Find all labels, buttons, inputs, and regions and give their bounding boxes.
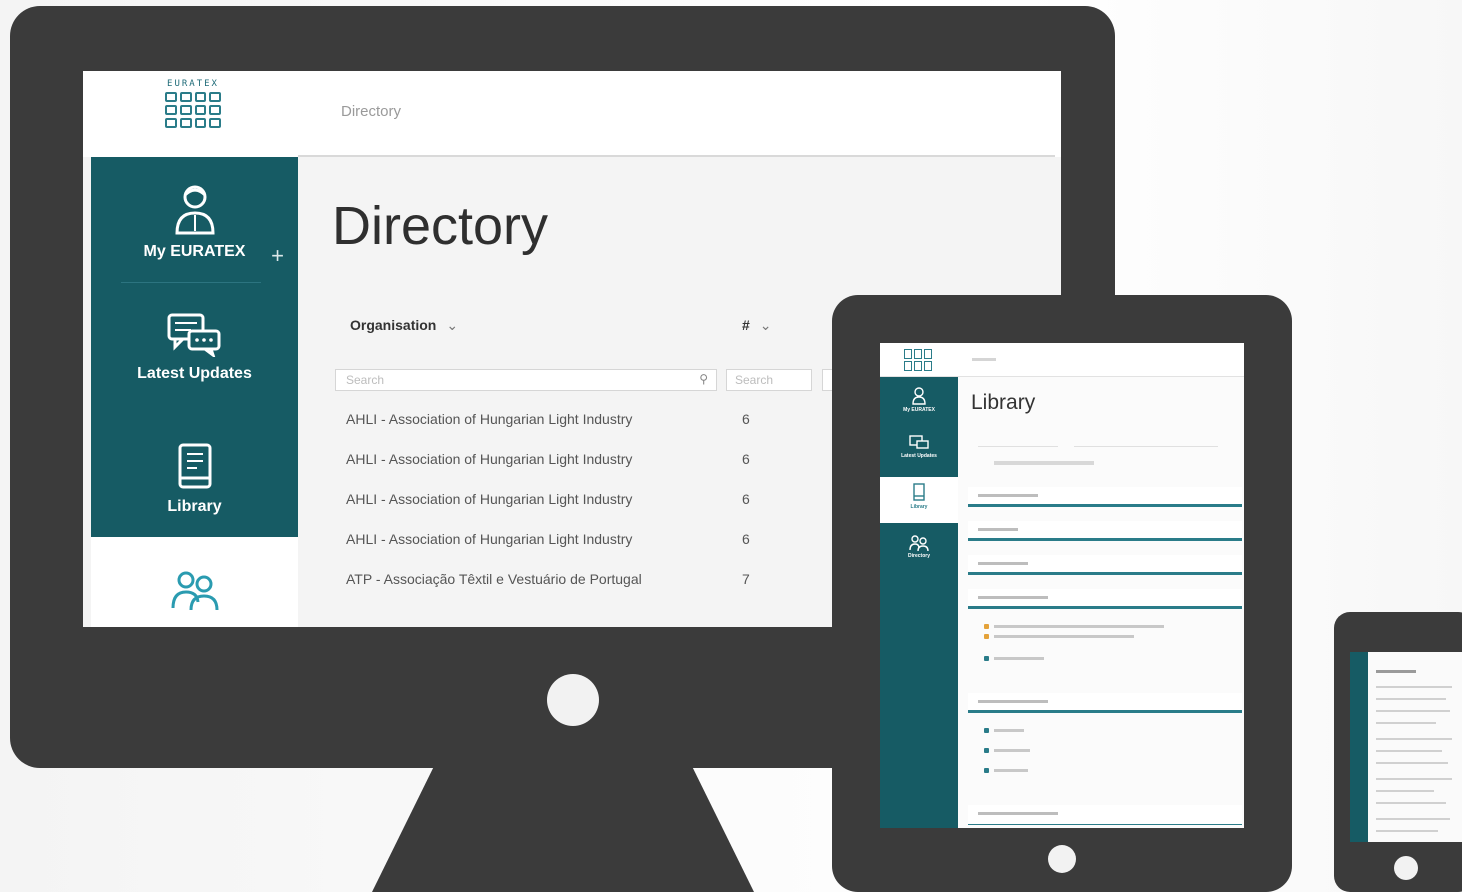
logo-text: EURATEX xyxy=(167,79,219,89)
library-note xyxy=(994,461,1094,465)
search-placeholder: Search xyxy=(346,373,385,387)
library-section[interactable] xyxy=(968,555,1242,575)
library-search-input[interactable] xyxy=(978,439,1058,447)
tablet-device: My EURATEX Latest Updates Library Direct… xyxy=(832,295,1292,892)
library-section[interactable] xyxy=(968,487,1242,507)
chat-bubbles-icon xyxy=(909,435,929,449)
sidebar-item-directory[interactable] xyxy=(91,537,298,627)
tablet-breadcrumb xyxy=(972,358,996,361)
tablet-sidebar: My EURATEX Latest Updates Library Direct… xyxy=(880,377,958,828)
column-header-number[interactable]: # ⌄ xyxy=(742,317,772,334)
page-title: Library xyxy=(971,391,1036,414)
phone-screen xyxy=(1350,652,1462,842)
library-section[interactable] xyxy=(968,521,1242,541)
library-section[interactable] xyxy=(968,805,1242,825)
number-cell: 6 xyxy=(742,491,750,507)
number-cell: 6 xyxy=(742,411,750,427)
sidebar-item-label: Library xyxy=(910,504,928,510)
column-header-label: # xyxy=(742,317,750,333)
column-header-organisation[interactable]: Organisation ⌄ xyxy=(350,317,458,334)
table-row[interactable]: AHLI - Association of Hungarian Light In… xyxy=(346,411,844,433)
monitor-logo-button xyxy=(547,674,599,726)
organisation-cell: AHLI - Association of Hungarian Light In… xyxy=(346,411,633,427)
euratex-logo[interactable]: EURATEX xyxy=(159,79,227,149)
sidebar-item-my-euratex[interactable]: My EURATEX xyxy=(880,385,958,429)
number-cell: 6 xyxy=(742,531,750,547)
page-title: Directory xyxy=(332,196,549,256)
library-type-select[interactable] xyxy=(1074,439,1218,447)
number-cell: 6 xyxy=(742,451,750,467)
file-icon xyxy=(984,634,989,639)
chat-bubbles-icon xyxy=(167,313,220,357)
sidebar-item-my-euratex[interactable]: My EURATEX + xyxy=(91,183,298,268)
search-placeholder: Search xyxy=(735,373,774,387)
phone-sidebar xyxy=(1350,652,1368,842)
sidebar-item-library[interactable]: Library xyxy=(91,442,298,516)
sidebar-item-label: Library xyxy=(167,498,222,515)
top-bar: EURATEX Directory xyxy=(83,71,1061,157)
tablet-home-button xyxy=(1048,845,1076,873)
breadcrumb[interactable]: Directory xyxy=(341,103,401,120)
library-section[interactable] xyxy=(968,693,1242,713)
file-icon xyxy=(984,624,989,629)
phone-device xyxy=(1334,612,1462,892)
organisation-cell: AHLI - Association of Hungarian Light In… xyxy=(346,451,633,467)
table-row[interactable]: ATP - Associação Têxtil e Vestuário de P… xyxy=(346,571,844,593)
sidebar-item-label: Latest Updates xyxy=(137,365,252,382)
folder-icon xyxy=(984,656,989,661)
phone-home-button xyxy=(1394,856,1418,880)
folder-icon xyxy=(984,728,989,733)
search-icon: ⚲ xyxy=(699,372,708,386)
expand-plus-icon[interactable]: + xyxy=(271,243,284,269)
book-icon xyxy=(178,443,211,489)
sidebar-item-latest-updates[interactable]: Latest Updates xyxy=(880,433,958,473)
tablet-main-content: Library xyxy=(958,377,1244,828)
book-icon xyxy=(913,483,925,501)
folder-icon xyxy=(984,748,989,753)
sidebar-item-directory[interactable]: Directory xyxy=(880,533,958,573)
euratex-logo[interactable] xyxy=(904,349,932,371)
number-search-input[interactable]: Search xyxy=(726,369,812,391)
user-icon xyxy=(174,185,215,235)
logo-pattern xyxy=(159,92,227,128)
table-row[interactable]: AHLI - Association of Hungarian Light In… xyxy=(346,451,843,473)
table-row[interactable]: AHLI - Association of Hungarian Light In… xyxy=(346,491,844,513)
users-group-icon xyxy=(171,571,219,610)
users-group-icon xyxy=(909,535,929,551)
sidebar: My EURATEX + Latest Updates Library xyxy=(91,157,298,537)
monitor-stand xyxy=(372,768,754,892)
table-row[interactable]: AHLI - Association of Hungarian Light In… xyxy=(346,531,843,553)
organisation-cell: AHLI - Association of Hungarian Light In… xyxy=(346,491,633,507)
device-mockup-scene: EURATEX Directory My EURATEX + Latest Up… xyxy=(0,0,1462,892)
organisation-search-input[interactable]: Search ⚲ xyxy=(335,369,717,391)
user-icon xyxy=(912,387,926,405)
tablet-top-bar xyxy=(880,343,1244,377)
number-cell: 7 xyxy=(742,571,750,587)
organisation-cell: AHLI - Association of Hungarian Light In… xyxy=(346,531,633,547)
sidebar-item-label: My EURATEX xyxy=(903,407,935,413)
folder-icon xyxy=(984,768,989,773)
organisation-cell: ATP - Associação Têxtil e Vestuário de P… xyxy=(346,571,642,587)
library-filter-bar[interactable] xyxy=(978,439,1218,447)
sidebar-item-library[interactable]: Library xyxy=(880,477,958,523)
tablet-screen: My EURATEX Latest Updates Library Direct… xyxy=(880,343,1244,828)
chevron-down-icon: ⌄ xyxy=(759,317,772,333)
column-header-label: Organisation xyxy=(350,317,437,333)
sidebar-item-latest-updates[interactable]: Latest Updates xyxy=(91,313,298,383)
sidebar-item-label: Directory xyxy=(908,553,930,559)
chevron-down-icon: ⌄ xyxy=(446,317,459,333)
library-section[interactable] xyxy=(968,589,1242,609)
sidebar-divider xyxy=(121,282,261,283)
sidebar-item-label: Latest Updates xyxy=(901,453,937,459)
sidebar-item-label: My EURATEX xyxy=(143,243,246,260)
